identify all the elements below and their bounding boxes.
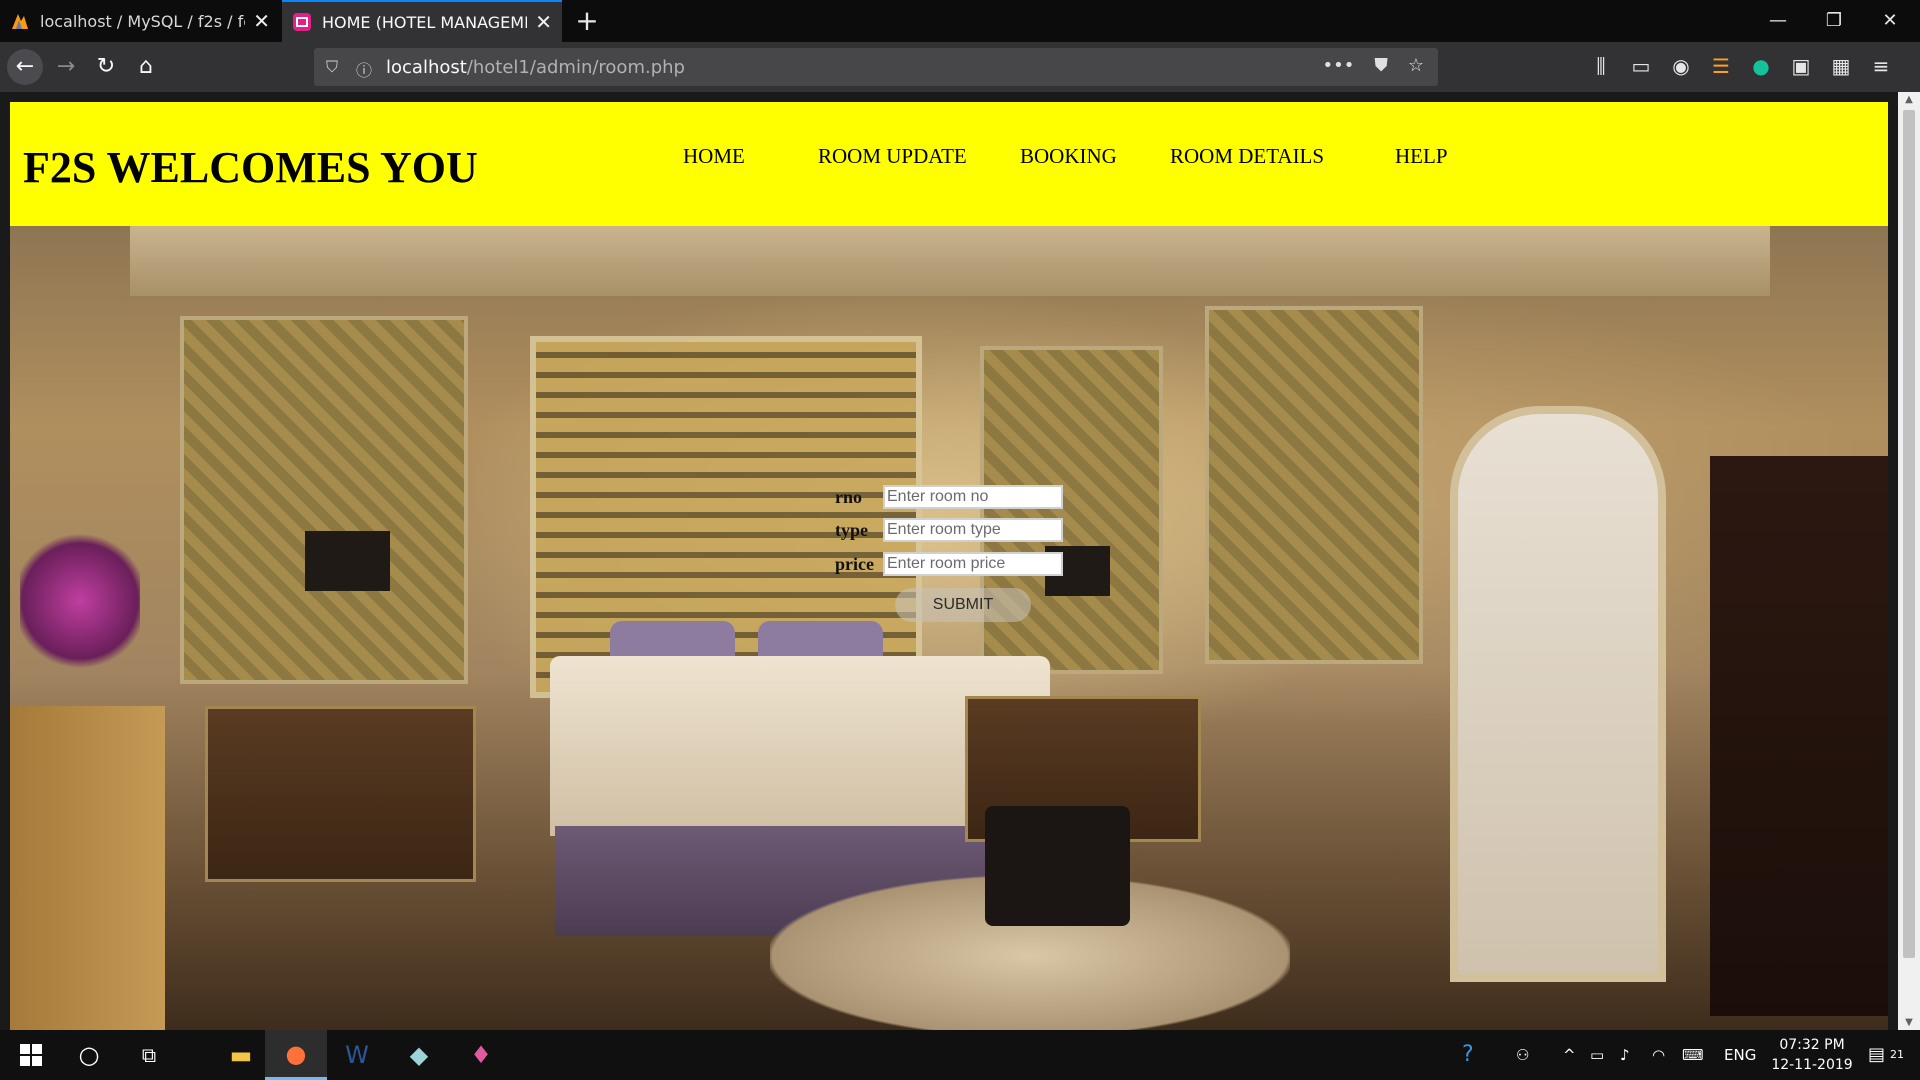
restore-icon[interactable]: ❐ xyxy=(1806,0,1862,42)
site-header: F2S WELCOMES YOU HOME ROOM UPDATE BOOKIN… xyxy=(10,102,1888,226)
nav-room-details[interactable]: ROOM DETAILS xyxy=(1170,144,1324,169)
site-info-icon[interactable]: ⓘ xyxy=(356,57,372,81)
page-viewport: F2S WELCOMES YOU HOME ROOM UPDATE BOOKIN… xyxy=(10,102,1888,1030)
dresser xyxy=(10,706,165,1030)
window-close-icon[interactable]: ✕ xyxy=(1862,0,1918,42)
page-actions-icon[interactable]: ••• xyxy=(1323,55,1355,76)
reader-list-icon[interactable]: ☰ xyxy=(1710,54,1732,78)
page-scrollbar[interactable]: ▲ ▼ xyxy=(1898,92,1920,1030)
pocket-icon[interactable]: ⛊ xyxy=(1374,55,1388,76)
tracking-shield-icon[interactable]: ⛉ xyxy=(326,57,338,77)
extensions-icon[interactable]: ▦ xyxy=(1830,54,1852,78)
url-text[interactable]: localhost/hotel1/admin/room.php xyxy=(386,57,685,78)
battery-icon[interactable]: ▭ xyxy=(1590,1030,1604,1080)
url-path: /hotel1/admin/room.php xyxy=(466,57,685,78)
firefox-icon[interactable]: ● xyxy=(265,1030,327,1080)
type-label: type xyxy=(835,520,868,540)
people-icon[interactable]: ⚇ xyxy=(1516,1030,1529,1080)
wall-panel xyxy=(1205,306,1423,664)
tab-title: HOME (HOTEL MANAGEMENT) xyxy=(322,12,527,32)
nav-help[interactable]: HELP xyxy=(1395,144,1448,169)
action-center-icon[interactable]: ▤ xyxy=(1868,1030,1885,1080)
clock-date: 12-11-2019 xyxy=(1771,1057,1853,1073)
word-icon[interactable]: W xyxy=(326,1030,388,1080)
close-icon[interactable]: ✕ xyxy=(535,10,552,34)
site-favicon-icon xyxy=(292,12,312,32)
rno-label: rno xyxy=(835,487,862,507)
home-icon[interactable]: ⌂ xyxy=(128,49,164,85)
account-icon[interactable]: ◉ xyxy=(1670,54,1692,78)
flower-vase xyxy=(20,526,140,676)
clock-time: 07:32 PM xyxy=(1779,1037,1845,1053)
menu-icon[interactable]: ≡ xyxy=(1870,54,1892,78)
sidebar-icon[interactable]: ▭ xyxy=(1630,54,1652,78)
site-title: F2S WELCOMES YOU xyxy=(23,143,478,192)
nav-home[interactable]: HOME xyxy=(683,144,745,169)
browser-tab-strip: localhost / MySQL / f2s / form ✕ HOME (H… xyxy=(0,0,1920,42)
help-icon[interactable]: ? xyxy=(1462,1030,1474,1080)
nav-booking[interactable]: BOOKING xyxy=(1020,144,1117,169)
maps-pin-icon[interactable]: ♦ xyxy=(450,1030,512,1080)
nightstand xyxy=(205,706,476,882)
lacquer-cabinet xyxy=(1710,456,1888,1016)
scroll-up-icon[interactable]: ▲ xyxy=(1898,94,1920,105)
minimize-icon[interactable]: — xyxy=(1750,0,1806,42)
volume-icon[interactable]: ♪ xyxy=(1620,1030,1630,1080)
notes-app-icon[interactable]: ◆ xyxy=(388,1030,450,1080)
url-host: localhost xyxy=(386,57,467,78)
nav-room-update[interactable]: ROOM UPDATE xyxy=(818,144,967,169)
scroll-down-icon[interactable]: ▼ xyxy=(1898,1017,1920,1028)
ceiling xyxy=(130,226,1770,296)
room-price-input[interactable] xyxy=(883,552,1063,576)
wall-panel xyxy=(180,316,468,684)
screenshot-icon[interactable]: ▣ xyxy=(1790,54,1812,78)
forward-arrow-icon[interactable]: → xyxy=(48,49,84,85)
language-indicator[interactable]: ENG xyxy=(1724,1030,1756,1080)
grammarly-icon[interactable]: ● xyxy=(1750,54,1772,78)
price-label: price xyxy=(835,554,874,574)
hotel-room-background-image xyxy=(10,226,1888,1030)
tab-hotel-management[interactable]: HOME (HOTEL MANAGEMENT) ✕ xyxy=(282,0,562,42)
taskbar-clock[interactable]: 07:32 PM 12-11-2019 xyxy=(1768,1035,1856,1075)
address-bar[interactable]: ⛉ ⓘ localhost/hotel1/admin/room.php ••• … xyxy=(314,48,1438,86)
wall-panel xyxy=(980,346,1163,674)
tab-phpmyadmin[interactable]: localhost / MySQL / f2s / form ✕ xyxy=(0,0,280,42)
room-no-input[interactable] xyxy=(883,485,1063,509)
keyboard-icon[interactable]: ⌨ xyxy=(1682,1030,1704,1080)
notification-count-badge: 21 xyxy=(1890,1048,1904,1061)
bookmark-star-icon[interactable]: ☆ xyxy=(1408,55,1424,76)
chevron-up-icon[interactable]: ^ xyxy=(1563,1030,1576,1080)
windows-start-icon[interactable] xyxy=(0,1030,62,1080)
task-view-icon[interactable]: ⧉ xyxy=(118,1030,180,1080)
library-icon[interactable]: ⫼ xyxy=(1590,54,1612,78)
submit-button[interactable]: SUBMIT xyxy=(895,588,1031,622)
room-type-input[interactable] xyxy=(883,518,1063,542)
search-circle-icon[interactable]: ○ xyxy=(58,1030,120,1080)
close-icon[interactable]: ✕ xyxy=(253,9,270,33)
arched-doorway xyxy=(1450,406,1666,982)
back-arrow-icon[interactable]: ← xyxy=(7,49,43,85)
file-explorer-icon[interactable]: ▬ xyxy=(210,1030,272,1080)
new-tab-plus-icon[interactable]: + xyxy=(570,4,604,38)
reload-icon[interactable]: ↻ xyxy=(88,49,124,85)
wifi-icon[interactable]: ◠ xyxy=(1652,1030,1665,1080)
lamp-shade xyxy=(305,531,390,591)
phpmyadmin-icon xyxy=(10,11,30,31)
windows-taskbar: ○ ⧉ ▬ ● W ◆ ♦ ? ⚇ ^ ▭ ♪ ◠ ⌨ ENG 07:32 PM… xyxy=(0,1030,1920,1080)
scrollbar-thumb[interactable] xyxy=(1903,110,1915,958)
toolbar-extensions: ⫼ ▭ ◉ ☰ ● ▣ ▦ ≡ xyxy=(1590,54,1892,78)
handbag xyxy=(985,806,1130,926)
browser-toolbar: ← → ↻ ⌂ ⛉ ⓘ localhost/hotel1/admin/room.… xyxy=(0,42,1920,92)
url-actions: ••• ⛊ ☆ xyxy=(1323,55,1425,76)
tab-title: localhost / MySQL / f2s / form xyxy=(40,11,245,31)
